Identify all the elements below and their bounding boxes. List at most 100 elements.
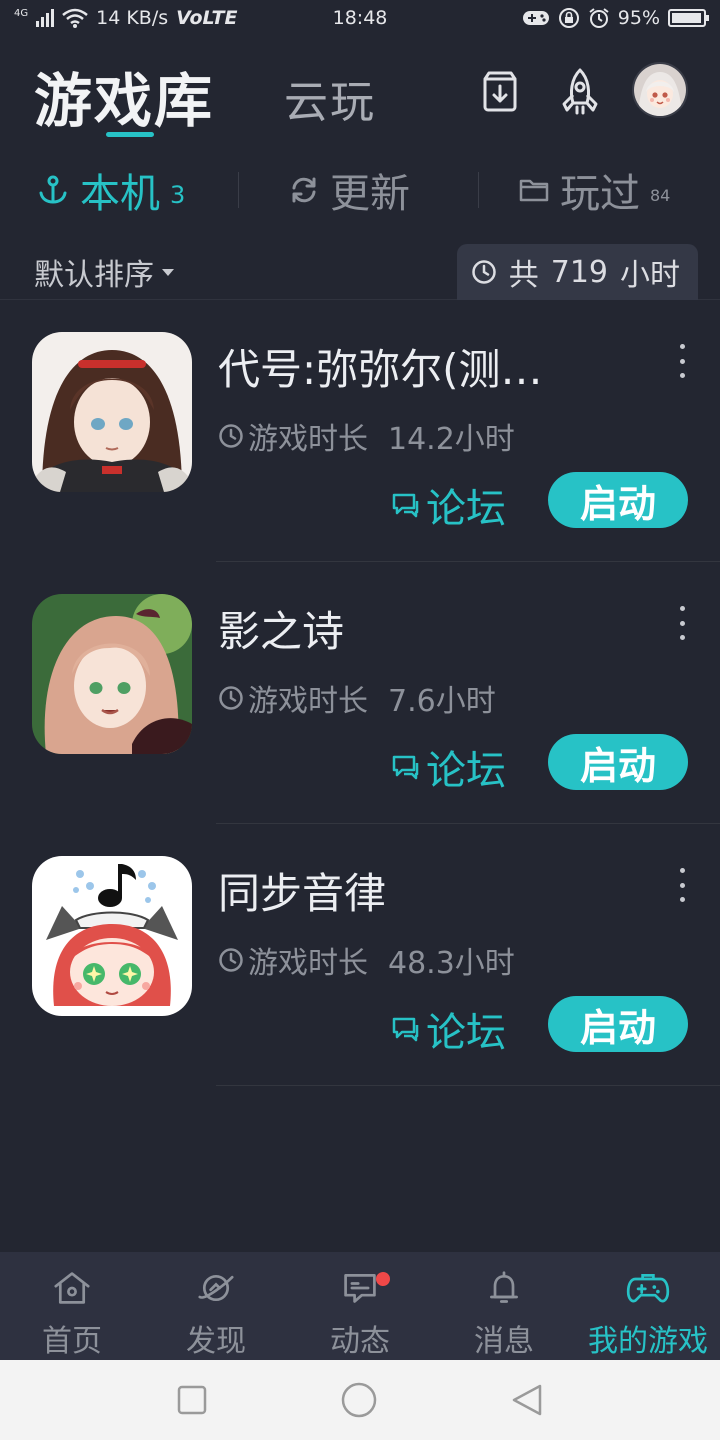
network-type: 4G: [14, 8, 29, 19]
nav-label-messages: 消息: [474, 1324, 534, 1359]
signal-icon: [36, 9, 55, 27]
caret-down-icon: [162, 268, 174, 276]
folder-icon: [519, 179, 549, 202]
game-item[interactable]: 同步音律 游戏时长 48.3小时 论坛 启动: [0, 824, 720, 1086]
download-icon: [483, 71, 517, 112]
total-unit: 小时: [620, 258, 680, 293]
filter-label-local: 本机: [80, 171, 160, 217]
recent-apps-icon[interactable]: [176, 1384, 208, 1416]
playtime-value: 14.2小时: [388, 422, 515, 457]
rocket-button[interactable]: [554, 66, 606, 118]
filter-tab-local[interactable]: 本机 3: [36, 160, 185, 220]
clock-icon: [219, 948, 243, 972]
sort-dropdown[interactable]: 默认排序: [34, 250, 174, 294]
nav-item-my-games[interactable]: 我的游戏: [576, 1252, 720, 1360]
volte-label: VoLTE: [176, 7, 238, 29]
tab-cloud-play[interactable]: 云玩: [284, 66, 376, 130]
playtime-value: 7.6小时: [388, 684, 496, 719]
alarm-icon: [589, 8, 609, 28]
start-button[interactable]: 启动: [548, 472, 688, 528]
gamepad-status-icon: [522, 11, 549, 25]
game-playtime: 游戏时长 48.3小时: [218, 938, 515, 982]
nav-label-my-games: 我的游戏: [588, 1324, 708, 1359]
forum-link[interactable]: 论坛: [390, 476, 506, 534]
game-name[interactable]: 同步音律: [218, 860, 608, 921]
active-tab-indicator: [106, 132, 154, 137]
filter-label-played: 玩过: [560, 171, 640, 217]
nav-item-feed[interactable]: 动态: [288, 1252, 432, 1360]
start-button[interactable]: 启动: [548, 734, 688, 790]
game-item[interactable]: 影之诗 游戏时长 7.6小时 论坛 启动: [0, 562, 720, 824]
game-icon-image: [32, 594, 192, 754]
notification-dot: [376, 1272, 390, 1286]
anchor-icon: [39, 175, 67, 204]
game-name[interactable]: 代号:弥弥尔(测…: [218, 336, 608, 397]
bell-icon: [490, 1271, 518, 1303]
filter-tab-played[interactable]: 玩过 84: [518, 160, 670, 220]
nav-label-discover: 发现: [186, 1324, 246, 1359]
forum-link[interactable]: 论坛: [390, 738, 506, 796]
chat-bubble-icon: [392, 493, 419, 518]
chat-bubble-icon: [392, 755, 419, 780]
home-button-icon[interactable]: [340, 1381, 378, 1419]
home-icon: [54, 1272, 90, 1304]
gamepad-icon: [626, 1274, 670, 1303]
bottom-nav: 首页 发现 动态 消息 我的游戏: [0, 1252, 720, 1360]
chat-icon: [344, 1274, 376, 1303]
nav-item-discover[interactable]: 发现: [144, 1252, 288, 1360]
filter-tab-update[interactable]: 更新: [288, 160, 410, 220]
forum-link[interactable]: 论坛: [390, 1000, 506, 1058]
clock-icon: [471, 260, 496, 284]
playtime-value: 48.3小时: [388, 946, 515, 981]
chat-bubble-icon: [392, 1017, 419, 1042]
game-icon-image: [32, 856, 192, 1016]
refresh-icon: [292, 177, 316, 203]
game-playtime: 游戏时长 14.2小时: [218, 414, 515, 458]
status-right: 95%: [522, 7, 709, 29]
game-item[interactable]: 代号:弥弥尔(测… 游戏时长 14.2小时 论坛 启动: [0, 300, 720, 562]
sort-row: 默认排序 共 719 小时: [0, 244, 720, 300]
list-divider: [216, 1085, 720, 1086]
nav-item-messages[interactable]: 消息: [432, 1252, 576, 1360]
total-prefix: 共: [508, 258, 539, 293]
filter-divider: [238, 172, 239, 208]
user-avatar[interactable]: [632, 62, 688, 118]
download-button[interactable]: [474, 66, 526, 118]
system-nav-bar: [0, 1360, 720, 1440]
more-options-icon[interactable]: [672, 606, 692, 640]
wifi-icon: [62, 8, 88, 28]
game-icon[interactable]: [32, 332, 192, 492]
filter-tabs: 本机 3 更新 玩过 84: [0, 160, 720, 220]
network-speed: 14 KB/s: [96, 7, 169, 29]
forum-label: 论坛: [426, 1010, 506, 1056]
forum-label: 论坛: [426, 486, 506, 532]
avatar-image: [634, 64, 686, 116]
battery-percent: 95%: [617, 7, 660, 29]
filter-label-update: 更新: [330, 171, 410, 217]
planet-icon: [198, 1274, 234, 1302]
game-name[interactable]: 影之诗: [218, 598, 608, 659]
sort-label: 默认排序: [34, 258, 154, 293]
game-icon[interactable]: [32, 856, 192, 1016]
nav-label-home: 首页: [42, 1324, 102, 1359]
forum-label: 论坛: [426, 748, 506, 794]
app-header: 游戏库 云玩: [0, 40, 720, 150]
clock-icon: [219, 686, 243, 710]
start-button[interactable]: 启动: [548, 996, 688, 1052]
tab-game-library[interactable]: 游戏库: [34, 54, 214, 138]
nav-label-feed: 动态: [330, 1324, 390, 1359]
more-options-icon[interactable]: [672, 868, 692, 902]
filter-count-played: 84: [650, 185, 671, 205]
lock-rotation-icon: [558, 8, 579, 28]
game-icon-image: [32, 332, 192, 492]
nav-item-home[interactable]: 首页: [0, 1252, 144, 1360]
playtime-label: 游戏时长: [248, 422, 368, 457]
more-options-icon[interactable]: [672, 344, 692, 378]
game-icon[interactable]: [32, 594, 192, 754]
battery-icon: [668, 9, 709, 27]
filter-count-local: 3: [170, 181, 186, 209]
rocket-icon: [562, 68, 598, 115]
back-icon[interactable]: [510, 1383, 544, 1417]
total-value: 719: [550, 254, 608, 290]
clock-icon: [219, 424, 243, 448]
